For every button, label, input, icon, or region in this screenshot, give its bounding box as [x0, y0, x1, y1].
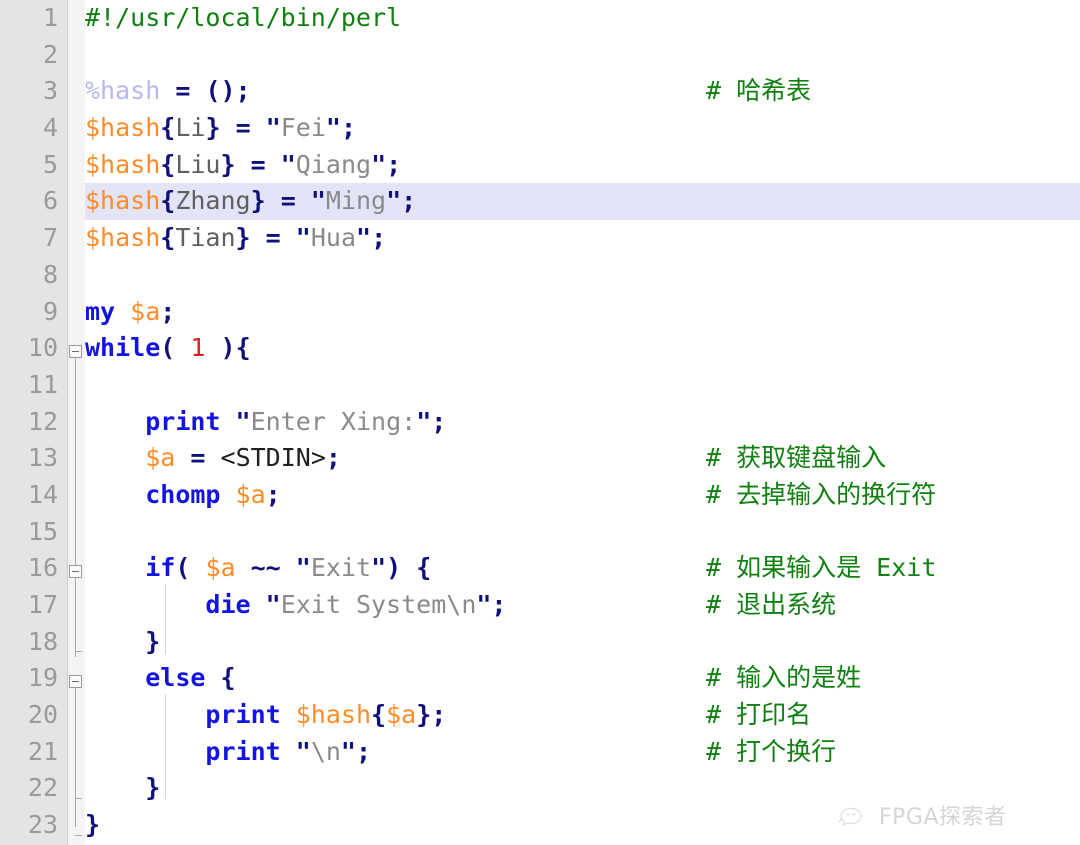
line-number: 20: [27, 700, 58, 730]
fold-toggle-line-10[interactable]: [69, 345, 82, 358]
line-number: 1: [42, 3, 58, 32]
code-text[interactable]: die "Exit System\n";: [85, 587, 506, 624]
code-line[interactable]: 4 $hash{Li} = "Fei";: [0, 110, 1080, 147]
code-line[interactable]: 11: [0, 367, 1080, 404]
code-comment[interactable]: # 去掉输入的换行符: [706, 477, 936, 514]
line-number: 17: [27, 590, 58, 619]
line-number: 2: [42, 39, 58, 69]
code-text[interactable]: }: [85, 770, 160, 807]
fold-toggle-line-16[interactable]: [69, 565, 82, 578]
watermark-text: FPGA探索者: [879, 805, 1007, 830]
code-comment[interactable]: # 打个换行: [706, 734, 836, 771]
line-number: 10: [27, 333, 58, 363]
code-text[interactable]: print "Enter Xing:";: [85, 404, 446, 441]
line-number: 21: [27, 736, 58, 766]
code-text[interactable]: $hash{Tian} = "Hua";: [85, 220, 386, 257]
code-text[interactable]: %hash = ();: [85, 73, 251, 110]
line-number: 5: [42, 149, 58, 179]
line-number: 13: [27, 443, 58, 473]
code-text[interactable]: $hash{Zhang} = "Ming";: [85, 183, 416, 220]
code-line[interactable]: 3 %hash = (); # 哈希表: [0, 73, 1080, 110]
code-line[interactable]: 21 print "\n"; # 打个换行: [0, 734, 1080, 771]
line-number: 19: [27, 663, 58, 693]
code-line[interactable]: 18 }: [0, 624, 1080, 661]
code-line[interactable]: 10 while( 1 ){: [0, 330, 1080, 367]
line-number: 12: [27, 406, 58, 436]
code-text[interactable]: while( 1 ){: [85, 330, 251, 367]
code-line[interactable]: 1 #!/usr/local/bin/perl: [0, 0, 1080, 37]
code-text[interactable]: #!/usr/local/bin/perl: [85, 0, 401, 37]
code-line[interactable]: 17 die "Exit System\n"; # 退出系统: [0, 587, 1080, 624]
code-text[interactable]: else {: [85, 660, 235, 697]
code-text[interactable]: $hash{Liu} = "Qiang";: [85, 147, 401, 184]
code-line[interactable]: 15: [0, 514, 1080, 551]
code-text[interactable]: chomp $a;: [85, 477, 281, 514]
code-text[interactable]: print $hash{$a};: [85, 697, 446, 734]
code-line[interactable]: 13 $a = <STDIN>; # 获取键盘输入: [0, 440, 1080, 477]
code-line[interactable]: 5 $hash{Liu} = "Qiang";: [0, 147, 1080, 184]
code-line[interactable]: 12 print "Enter Xing:";: [0, 404, 1080, 441]
code-line[interactable]: 6 $hash{Zhang} = "Ming";: [0, 183, 1080, 221]
code-comment[interactable]: # 如果输入是 Exit: [706, 550, 936, 587]
code-comment[interactable]: # 哈希表: [706, 73, 811, 110]
code-line[interactable]: 9 my $a;: [0, 294, 1080, 331]
line-number: 11: [27, 369, 58, 399]
line-number: 7: [42, 223, 58, 253]
code-text[interactable]: my $a;: [85, 294, 175, 331]
code-line[interactable]: 8: [0, 257, 1080, 294]
code-text[interactable]: $hash{Li} = "Fei";: [85, 110, 356, 147]
code-line[interactable]: 20 print $hash{$a}; # 打印名: [0, 697, 1080, 734]
fold-end-else: [75, 798, 82, 799]
wechat-bubble-icon: [838, 808, 862, 827]
line-number: 15: [27, 516, 58, 546]
fold-toggle-line-19[interactable]: [69, 675, 82, 688]
code-text[interactable]: $a = <STDIN>;: [85, 440, 341, 477]
code-editor[interactable]: 1 #!/usr/local/bin/perl 2 3 %hash = (); # 哈希表…: [0, 0, 1080, 845]
code-comment[interactable]: # 输入的是姓: [706, 660, 861, 697]
line-number: 8: [42, 259, 58, 289]
code-text[interactable]: if( $a ~~ "Exit") {: [85, 550, 431, 587]
code-text[interactable]: print "\n";: [85, 734, 371, 771]
line-number: 22: [27, 773, 58, 803]
fold-end-while: [75, 835, 82, 836]
line-number: 6: [42, 186, 58, 216]
code-text[interactable]: }: [85, 807, 100, 844]
line-number: 18: [27, 626, 58, 656]
fold-connector-if: [75, 577, 76, 652]
fold-end-if: [75, 651, 82, 652]
code-lines: 1 #!/usr/local/bin/perl 2 3 %hash = (); # 哈希表…: [0, 0, 1080, 844]
code-line[interactable]: 14 chomp $a; # 去掉输入的换行符: [0, 477, 1080, 514]
line-number: 23: [27, 810, 58, 840]
watermark: FPGA探索者: [838, 800, 1007, 837]
code-comment[interactable]: # 打印名: [706, 697, 811, 734]
code-line[interactable]: 19 else { # 输入的是姓: [0, 660, 1080, 697]
code-comment[interactable]: # 退出系统: [706, 587, 836, 624]
code-line[interactable]: 7 $hash{Tian} = "Hua";: [0, 220, 1080, 257]
code-line[interactable]: 16 if( $a ~~ "Exit") { # 如果输入是 Exit: [0, 550, 1080, 587]
code-line[interactable]: 2: [0, 37, 1080, 74]
code-text[interactable]: }: [85, 624, 160, 661]
code-comment[interactable]: # 获取键盘输入: [706, 440, 886, 477]
line-number: 16: [27, 553, 58, 583]
line-number: 14: [27, 479, 58, 509]
fold-connector-else: [75, 687, 76, 827]
line-number: 3: [42, 76, 58, 106]
line-number: 4: [42, 113, 58, 143]
line-number: 9: [42, 296, 58, 326]
